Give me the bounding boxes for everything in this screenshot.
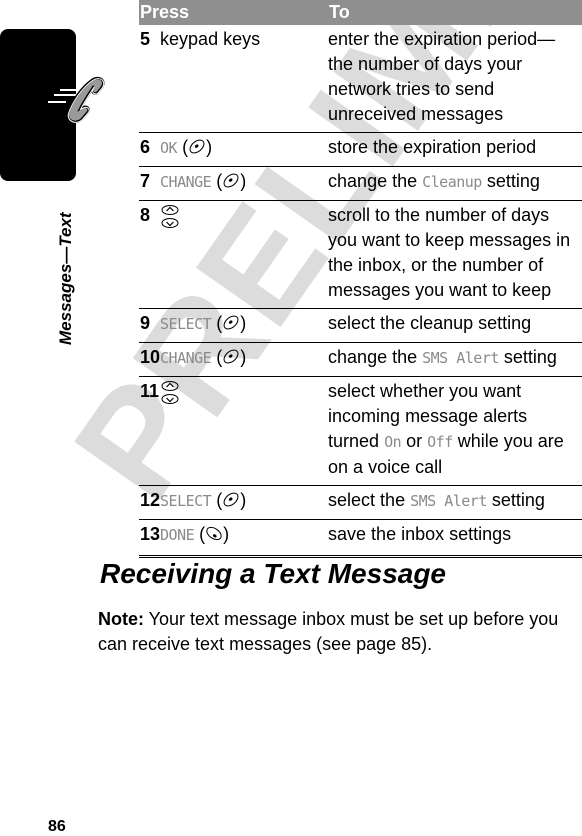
press-cell: CHANGE ( ) xyxy=(160,166,329,201)
step-number: 13 xyxy=(139,519,161,558)
press-cell: DONE ( ) xyxy=(160,519,329,558)
section-heading: Receiving a Text Message xyxy=(100,558,447,589)
press-text: keypad keys xyxy=(160,29,261,49)
press-cell: keypad keys xyxy=(160,25,329,133)
action-text: enter the expiration period—the number o… xyxy=(328,29,556,124)
setting-term: SMS Alert xyxy=(410,492,487,510)
step-number: 11 xyxy=(139,376,161,486)
table-row: 13 DONE ( ) save the inbox settings xyxy=(139,519,582,558)
table-row: 6 OK ( ) store the expiration period xyxy=(139,132,582,167)
step-number: 7 xyxy=(139,166,161,201)
instructions-table: Press To 5 keypad keys enter the expirat… xyxy=(139,0,582,558)
action-text: setting xyxy=(486,490,545,510)
step-number: 10 xyxy=(139,342,161,377)
table-row: 11 select whether you want incoming mess… xyxy=(139,376,582,486)
step-number: 8 xyxy=(139,200,161,309)
softkey-label: DONE xyxy=(160,526,195,544)
action-text: store the expiration period xyxy=(328,137,537,157)
table-row: 7 CHANGE ( ) change the Cleanup setting xyxy=(139,166,582,201)
press-cell: CHANGE ( ) xyxy=(160,342,329,377)
setting-term: On xyxy=(384,433,402,451)
to-cell: enter the expiration period—the number o… xyxy=(328,25,582,133)
step-number: 12 xyxy=(139,485,161,520)
setting-term: Off xyxy=(427,433,453,451)
action-text: change the xyxy=(328,347,423,367)
to-cell: save the inbox settings xyxy=(328,519,582,558)
to-cell: change the SMS Alert setting xyxy=(328,342,582,377)
action-text: save the inbox settings xyxy=(328,524,512,544)
table-header: Press To xyxy=(139,0,582,25)
step-number: 6 xyxy=(139,132,161,167)
right-softkey-icon xyxy=(223,492,239,507)
press-cell xyxy=(160,376,329,486)
right-softkey-icon xyxy=(223,173,239,188)
header-press: Press xyxy=(139,0,329,25)
to-cell: scroll to the number of days you want to… xyxy=(328,200,582,309)
softkey-label: OK xyxy=(160,139,178,157)
right-softkey-icon xyxy=(223,349,239,364)
note-paragraph: Note: Your text message inbox must be se… xyxy=(98,607,578,657)
scroll-up-down-icon xyxy=(161,205,179,228)
to-cell: select whether you want incoming message… xyxy=(328,376,582,486)
action-text: scroll to the number of days you want to… xyxy=(328,205,571,300)
press-cell: SELECT ( ) xyxy=(160,308,329,343)
left-softkey-icon xyxy=(206,526,222,541)
step-number: 5 xyxy=(139,25,161,133)
instructions-table-container: Press To 5 keypad keys enter the expirat… xyxy=(139,0,582,558)
to-cell: select the SMS Alert setting xyxy=(328,485,582,520)
right-softkey-icon xyxy=(189,139,205,154)
action-text: setting xyxy=(481,171,540,191)
setting-term: Cleanup xyxy=(422,173,482,191)
header-to: To xyxy=(328,0,582,25)
action-text: change the xyxy=(328,171,423,191)
to-cell: change the Cleanup setting xyxy=(328,166,582,201)
softkey-label: SELECT xyxy=(160,315,212,333)
note-text: Your text message inbox must be set up b… xyxy=(98,609,559,654)
note-label: Note: xyxy=(98,609,144,629)
scroll-up-down-icon xyxy=(161,381,179,404)
press-cell: SELECT ( ) xyxy=(160,485,329,520)
action-text: select the cleanup setting xyxy=(328,313,532,333)
to-cell: select the cleanup setting xyxy=(328,308,582,343)
press-cell xyxy=(160,200,329,309)
softkey-label: SELECT xyxy=(160,492,212,510)
action-text: setting xyxy=(498,347,557,367)
step-number: 9 xyxy=(139,308,161,343)
page-number: 86 xyxy=(48,818,66,835)
table-row: 5 keypad keys enter the expiration perio… xyxy=(139,25,582,133)
table-row: 10 CHANGE ( ) change the SMS Alert setti… xyxy=(139,342,582,377)
press-cell: OK ( ) xyxy=(160,132,329,167)
softkey-label: CHANGE xyxy=(160,349,212,367)
table-row: 12 SELECT ( ) select the SMS Alert setti… xyxy=(139,485,582,520)
section-label: Messages—Text xyxy=(56,212,75,345)
action-text: or xyxy=(401,431,428,451)
to-cell: store the expiration period xyxy=(328,132,582,167)
action-text: select the xyxy=(328,490,411,510)
right-softkey-icon xyxy=(223,315,239,330)
table-row: 8 scroll to the number of days you want … xyxy=(139,200,582,309)
table-row: 9 SELECT ( ) select the cleanup setting xyxy=(139,308,582,343)
phone-handset-icon xyxy=(48,76,105,124)
softkey-label: CHANGE xyxy=(160,173,212,191)
setting-term: SMS Alert xyxy=(422,349,499,367)
